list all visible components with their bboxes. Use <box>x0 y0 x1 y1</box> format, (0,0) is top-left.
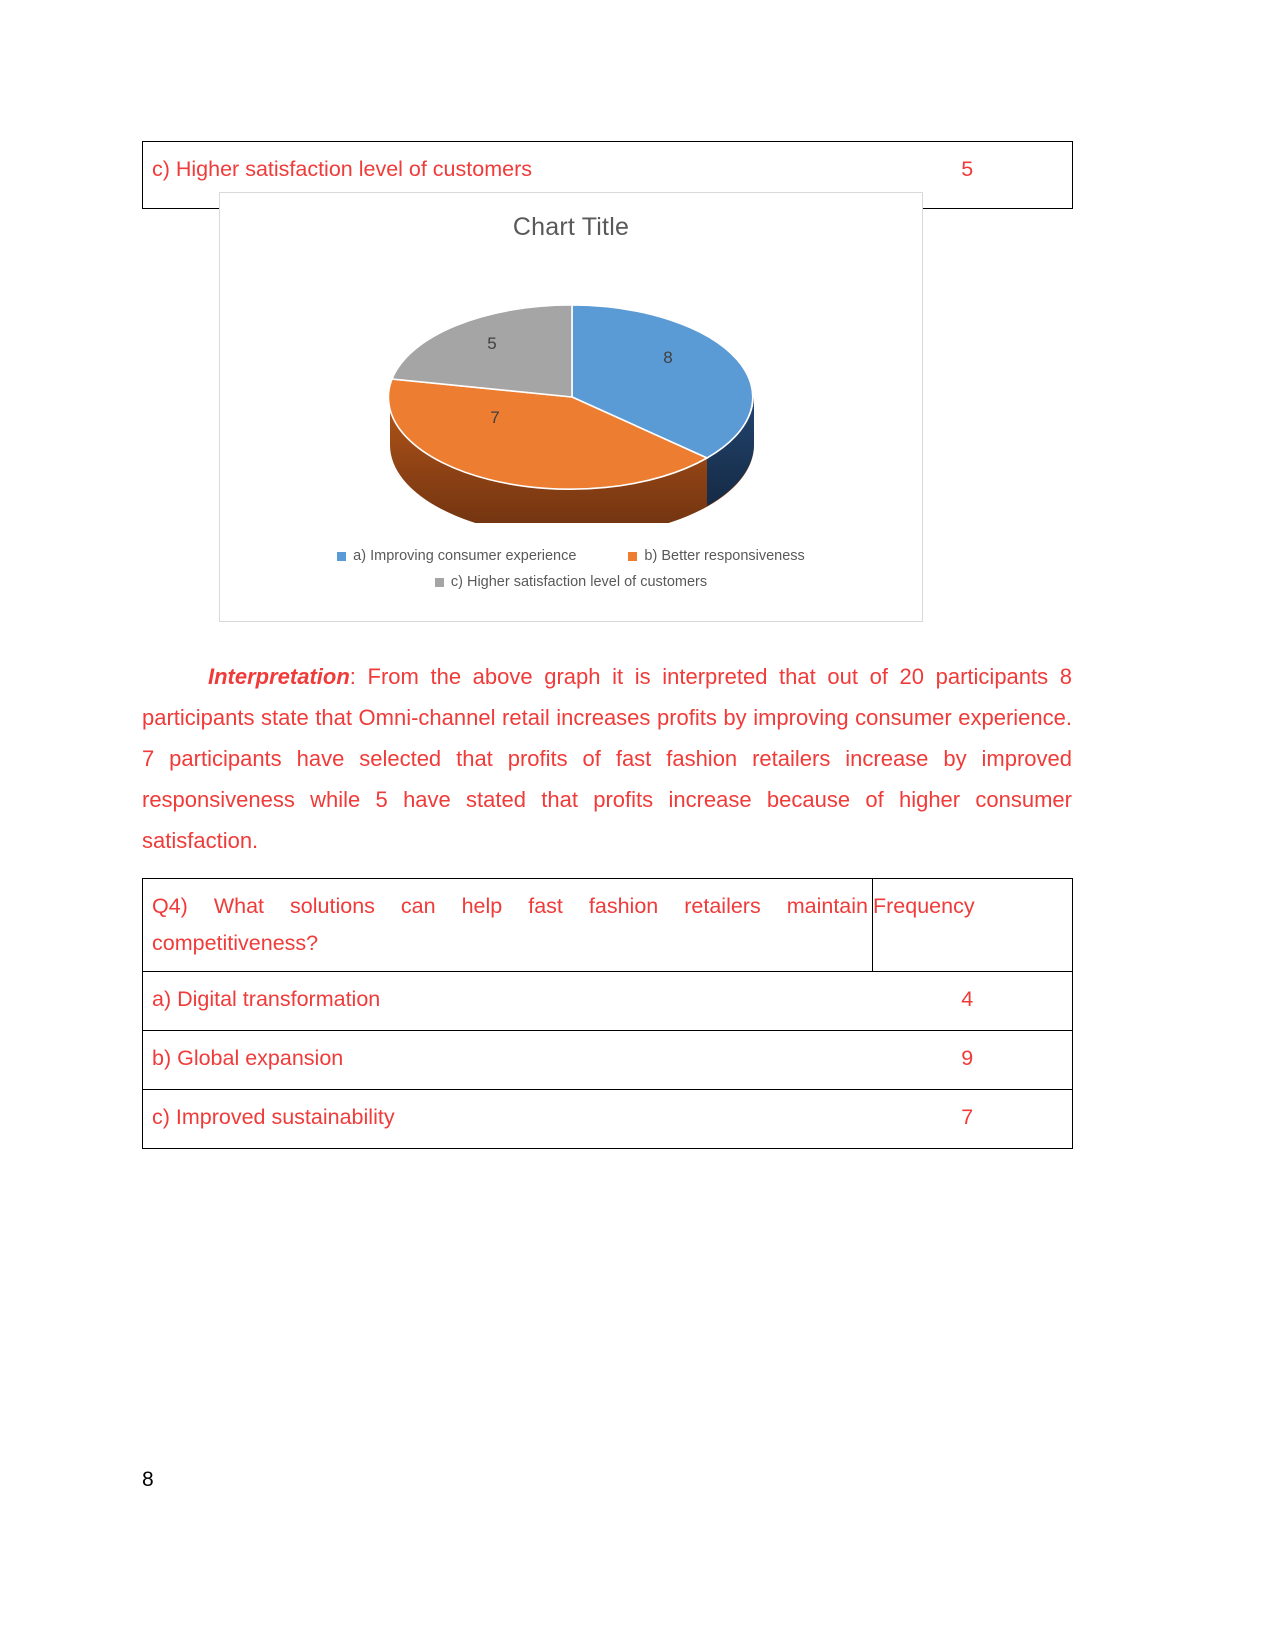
legend-swatch-icon-c <box>434 577 444 587</box>
pie-chart-container: Chart Title 8 7 5 a) Improving consumer … <box>219 192 923 622</box>
legend-item-b: b) Better responsiveness <box>628 548 805 564</box>
q4-table: Q4) What solutions can help fast fashion… <box>142 878 1073 1149</box>
option-frequency-b: 9 <box>872 1029 1073 1090</box>
interpretation-paragraph: Interpretation: From the above graph it … <box>142 656 1072 861</box>
table-header-row: Q4) What solutions can help fast fashion… <box>142 878 1073 972</box>
legend-swatch-icon-a <box>337 551 347 561</box>
legend-row-1: a) Improving consumer experience b) Bett… <box>220 548 922 564</box>
legend-row-2: c) Higher satisfaction level of customer… <box>220 574 922 590</box>
legend-label-c: c) Higher satisfaction level of customer… <box>450 574 708 590</box>
legend-swatch-icon-b <box>628 551 638 561</box>
pie-label-a: 8 <box>663 348 672 367</box>
pie-chart-graphic: 8 7 5 <box>220 263 922 537</box>
interpretation-label: Interpretation <box>208 664 350 689</box>
option-frequency-a: 4 <box>872 970 1073 1031</box>
option-label-c: c) Improved sustainability <box>142 1088 873 1149</box>
option-frequency-c: 7 <box>872 1088 1073 1149</box>
table-row: c) Improved sustainability 7 <box>142 1088 1073 1149</box>
pie-label-b: 7 <box>490 408 499 427</box>
interpretation-body: : From the above graph it is interpreted… <box>142 664 1072 853</box>
table-row: b) Global expansion 9 <box>142 1029 1073 1090</box>
legend-label-b: b) Better responsiveness <box>644 548 805 564</box>
legend-item-a: a) Improving consumer experience <box>337 548 576 564</box>
pie-svg: 8 7 5 <box>387 304 754 537</box>
legend-label-a: a) Improving consumer experience <box>353 548 577 564</box>
page-number: 8 <box>142 1468 154 1491</box>
document-page: c) Higher satisfaction level of customer… <box>0 0 1275 1650</box>
option-label-b: b) Global expansion <box>142 1029 873 1090</box>
legend-item-c: c) Higher satisfaction level of customer… <box>434 574 708 590</box>
option-label-a: a) Digital transformation <box>142 970 873 1031</box>
pie-label-c: 5 <box>487 334 496 353</box>
q4-question: Q4) What solutions can help fast fashion… <box>142 878 873 972</box>
q4-frequency-header: Frequency <box>872 878 1073 972</box>
table-row: a) Digital transformation 4 <box>142 970 1073 1031</box>
chart-legend: a) Improving consumer experience b) Bett… <box>220 548 922 600</box>
chart-title: Chart Title <box>512 213 630 241</box>
